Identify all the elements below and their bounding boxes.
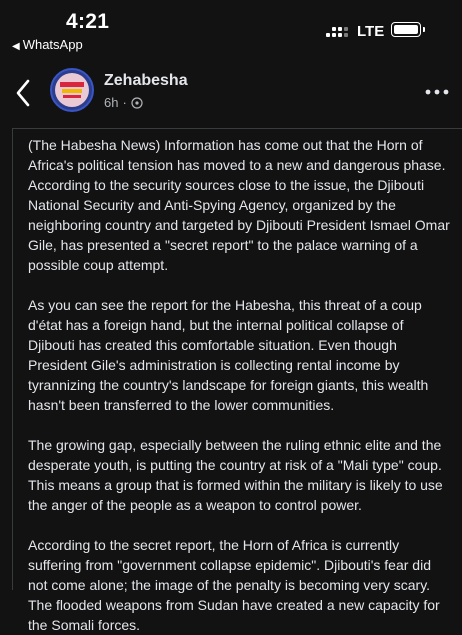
post-meta: 6h ·: [104, 95, 143, 110]
post-time: 6h: [104, 95, 119, 110]
back-triangle-icon: ◀: [12, 41, 20, 52]
status-bar: 4:21 ◀ WhatsApp LTE: [0, 0, 462, 60]
battery-tip: [423, 27, 425, 32]
signal-strength-icon: [326, 25, 348, 39]
post-content: (The Habesha News) Information has come …: [12, 128, 462, 633]
page-avatar[interactable]: [50, 68, 94, 112]
chevron-left-icon: [16, 79, 30, 107]
post-paragraph-3: The growing gap, especially between the …: [28, 437, 443, 513]
post-paragraph-1: (The Habesha News) Information has come …: [28, 137, 450, 273]
post-paragraph-4: According to the secret report, the Horn…: [28, 537, 440, 633]
post-header: Zehabesha 6h ·: [0, 62, 462, 124]
back-button[interactable]: [10, 76, 38, 110]
back-to-app-link[interactable]: ◀ WhatsApp: [12, 37, 83, 52]
post-paragraph-2: As you can see the report for the Habesh…: [28, 297, 429, 413]
more-options-button[interactable]: [424, 84, 450, 100]
status-time: 4:21: [66, 10, 110, 33]
more-horizontal-icon: [425, 89, 449, 95]
network-type: LTE: [357, 23, 385, 40]
battery-icon: [391, 22, 421, 37]
back-app-label: WhatsApp: [22, 37, 83, 52]
globe-icon: [131, 96, 143, 109]
page-name[interactable]: Zehabesha: [104, 72, 188, 90]
meta-separator: ·: [122, 95, 127, 110]
